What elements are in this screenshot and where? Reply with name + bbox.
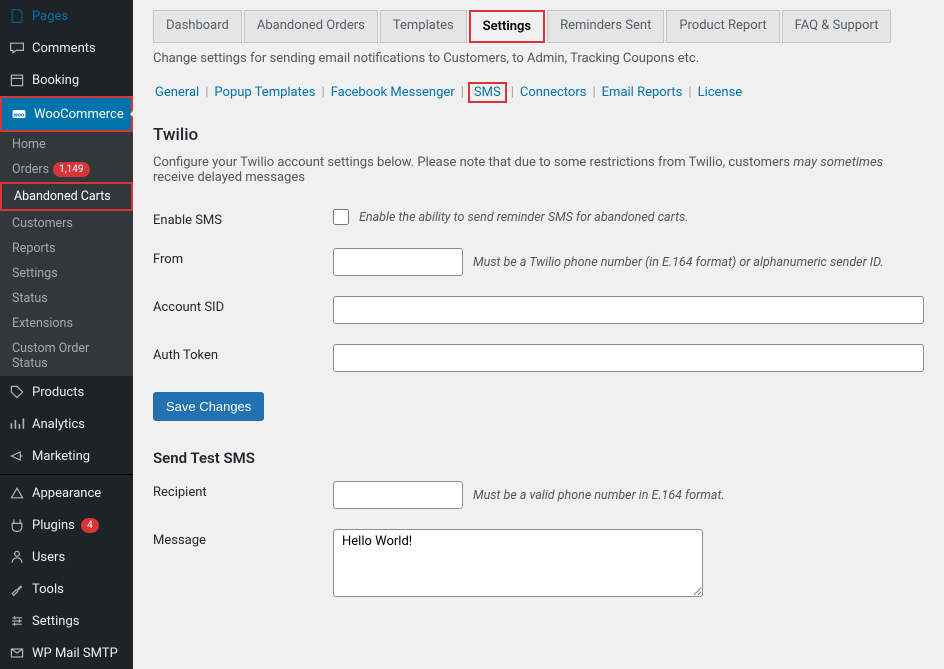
sublink-connectors[interactable]: Connectors	[518, 84, 589, 101]
tab-product-report[interactable]: Product Report	[666, 10, 779, 43]
tab-faq-support[interactable]: FAQ & Support	[782, 10, 892, 43]
sub-item-home[interactable]: Home	[0, 132, 133, 157]
row-enable-sms: Enable SMS Enable the ability to send re…	[153, 209, 924, 228]
sidebar-item-wpmailsmtp[interactable]: WP Mail SMTP	[0, 637, 133, 669]
section-title: Twilio	[153, 125, 924, 145]
enable-sms-hint: Enable the ability to send reminder SMS …	[359, 210, 689, 225]
sidebar-item-products[interactable]: Products	[0, 376, 133, 408]
sidebar-item-comments[interactable]: Comments	[0, 32, 133, 64]
tab-description: Change settings for sending email notifi…	[153, 51, 924, 66]
users-icon	[8, 548, 26, 566]
orders-badge: 1,149	[53, 162, 89, 177]
products-icon	[8, 383, 26, 401]
tab-templates[interactable]: Templates	[380, 10, 467, 43]
label: Appearance	[32, 486, 101, 501]
sidebar-item-analytics[interactable]: Analytics	[0, 408, 133, 440]
row-account-sid: Account SID	[153, 296, 924, 324]
label-message: Message	[153, 529, 333, 548]
label: Users	[32, 550, 65, 565]
label: Analytics	[32, 417, 85, 432]
page-icon	[8, 7, 26, 25]
send-test-title: Send Test SMS	[153, 449, 924, 467]
label-auth-token: Auth Token	[153, 344, 333, 363]
label: WooCommerce	[34, 107, 124, 122]
sub-item-orders[interactable]: Orders 1,149	[0, 157, 133, 182]
svg-text:woo: woo	[14, 112, 24, 118]
calendar-icon	[8, 71, 26, 89]
sidebar-item-tools[interactable]: Tools	[0, 573, 133, 605]
plugins-icon	[8, 516, 26, 534]
tab-reminders-sent[interactable]: Reminders Sent	[547, 10, 664, 43]
section-description: Configure your Twilio account settings b…	[153, 155, 924, 185]
label: Booking	[32, 73, 79, 88]
row-from: From Must be a Twilio phone number (in E…	[153, 248, 924, 276]
label: Settings	[32, 614, 79, 629]
sidebar-item-booking[interactable]: Booking	[0, 64, 133, 96]
sidebar-item-plugins[interactable]: Plugins 4	[0, 509, 133, 541]
sublink-sms[interactable]: SMS	[468, 82, 507, 103]
plugins-badge: 4	[81, 518, 99, 533]
label: Comments	[32, 41, 96, 56]
label: Marketing	[32, 449, 90, 464]
row-message: Message	[153, 529, 924, 597]
main-content: Dashboard Abandoned Orders Templates Set…	[133, 0, 944, 669]
tab-settings[interactable]: Settings	[469, 10, 545, 43]
settings-icon	[8, 612, 26, 630]
tools-icon	[8, 580, 26, 598]
sidebar-item-appearance[interactable]: Appearance	[0, 477, 133, 509]
tab-abandoned-orders[interactable]: Abandoned Orders	[244, 10, 378, 43]
label: WP Mail SMTP	[32, 646, 118, 661]
sublink-general[interactable]: General	[153, 84, 201, 101]
sublink-popup-templates[interactable]: Popup Templates	[212, 84, 317, 101]
sidebar-item-settings[interactable]: Settings	[0, 605, 133, 637]
sub-item-status[interactable]: Status	[0, 286, 133, 311]
sublink-license[interactable]: License	[696, 84, 745, 101]
analytics-icon	[8, 415, 26, 433]
comments-icon	[8, 39, 26, 57]
admin-sidebar: Pages Comments Booking woo WooCommerce Ho…	[0, 0, 133, 669]
settings-sublinks: General| Popup Templates| Facebook Messe…	[153, 82, 924, 103]
appearance-icon	[8, 484, 26, 502]
sub-item-settings[interactable]: Settings	[0, 261, 133, 286]
enable-sms-checkbox[interactable]	[333, 209, 349, 225]
marketing-icon	[8, 447, 26, 465]
label: Pages	[32, 9, 68, 24]
label-enable-sms: Enable SMS	[153, 209, 333, 228]
row-recipient: Recipient Must be a valid phone number i…	[153, 481, 924, 509]
label: Plugins	[32, 518, 75, 533]
label-account-sid: Account SID	[153, 296, 333, 315]
sub-item-extensions[interactable]: Extensions	[0, 311, 133, 336]
sidebar-item-woocommerce[interactable]: woo WooCommerce	[0, 96, 133, 132]
sublink-facebook-messenger[interactable]: Facebook Messenger	[329, 84, 457, 101]
label-recipient: Recipient	[153, 481, 333, 500]
sidebar-item-pages[interactable]: Pages	[0, 0, 133, 32]
sub-item-reports[interactable]: Reports	[0, 236, 133, 261]
label: Tools	[32, 582, 64, 597]
divider	[0, 474, 133, 475]
account-sid-input[interactable]	[333, 296, 924, 324]
auth-token-input[interactable]	[333, 344, 924, 372]
from-input[interactable]	[333, 248, 463, 276]
tab-nav: Dashboard Abandoned Orders Templates Set…	[153, 10, 924, 43]
row-auth-token: Auth Token	[153, 344, 924, 372]
woo-icon: woo	[10, 105, 28, 123]
sub-item-customers[interactable]: Customers	[0, 211, 133, 236]
sub-item-abandoned-carts[interactable]: Abandoned Carts	[0, 182, 133, 211]
label-from: From	[153, 248, 333, 267]
sidebar-item-marketing[interactable]: Marketing	[0, 440, 133, 472]
recipient-input[interactable]	[333, 481, 463, 509]
tab-dashboard[interactable]: Dashboard	[153, 10, 242, 43]
sub-item-custom-order-status[interactable]: Custom Order Status	[0, 336, 133, 376]
sidebar-item-users[interactable]: Users	[0, 541, 133, 573]
mail-icon	[8, 644, 26, 662]
label: Products	[32, 385, 84, 400]
sidebar-submenu: Home Orders 1,149 Abandoned Carts Custom…	[0, 132, 133, 376]
save-changes-button[interactable]: Save Changes	[153, 392, 264, 421]
recipient-hint: Must be a valid phone number in E.164 fo…	[473, 488, 725, 503]
message-textarea[interactable]	[333, 529, 703, 597]
sublink-email-reports[interactable]: Email Reports	[600, 84, 685, 101]
from-hint: Must be a Twilio phone number (in E.164 …	[473, 255, 884, 270]
